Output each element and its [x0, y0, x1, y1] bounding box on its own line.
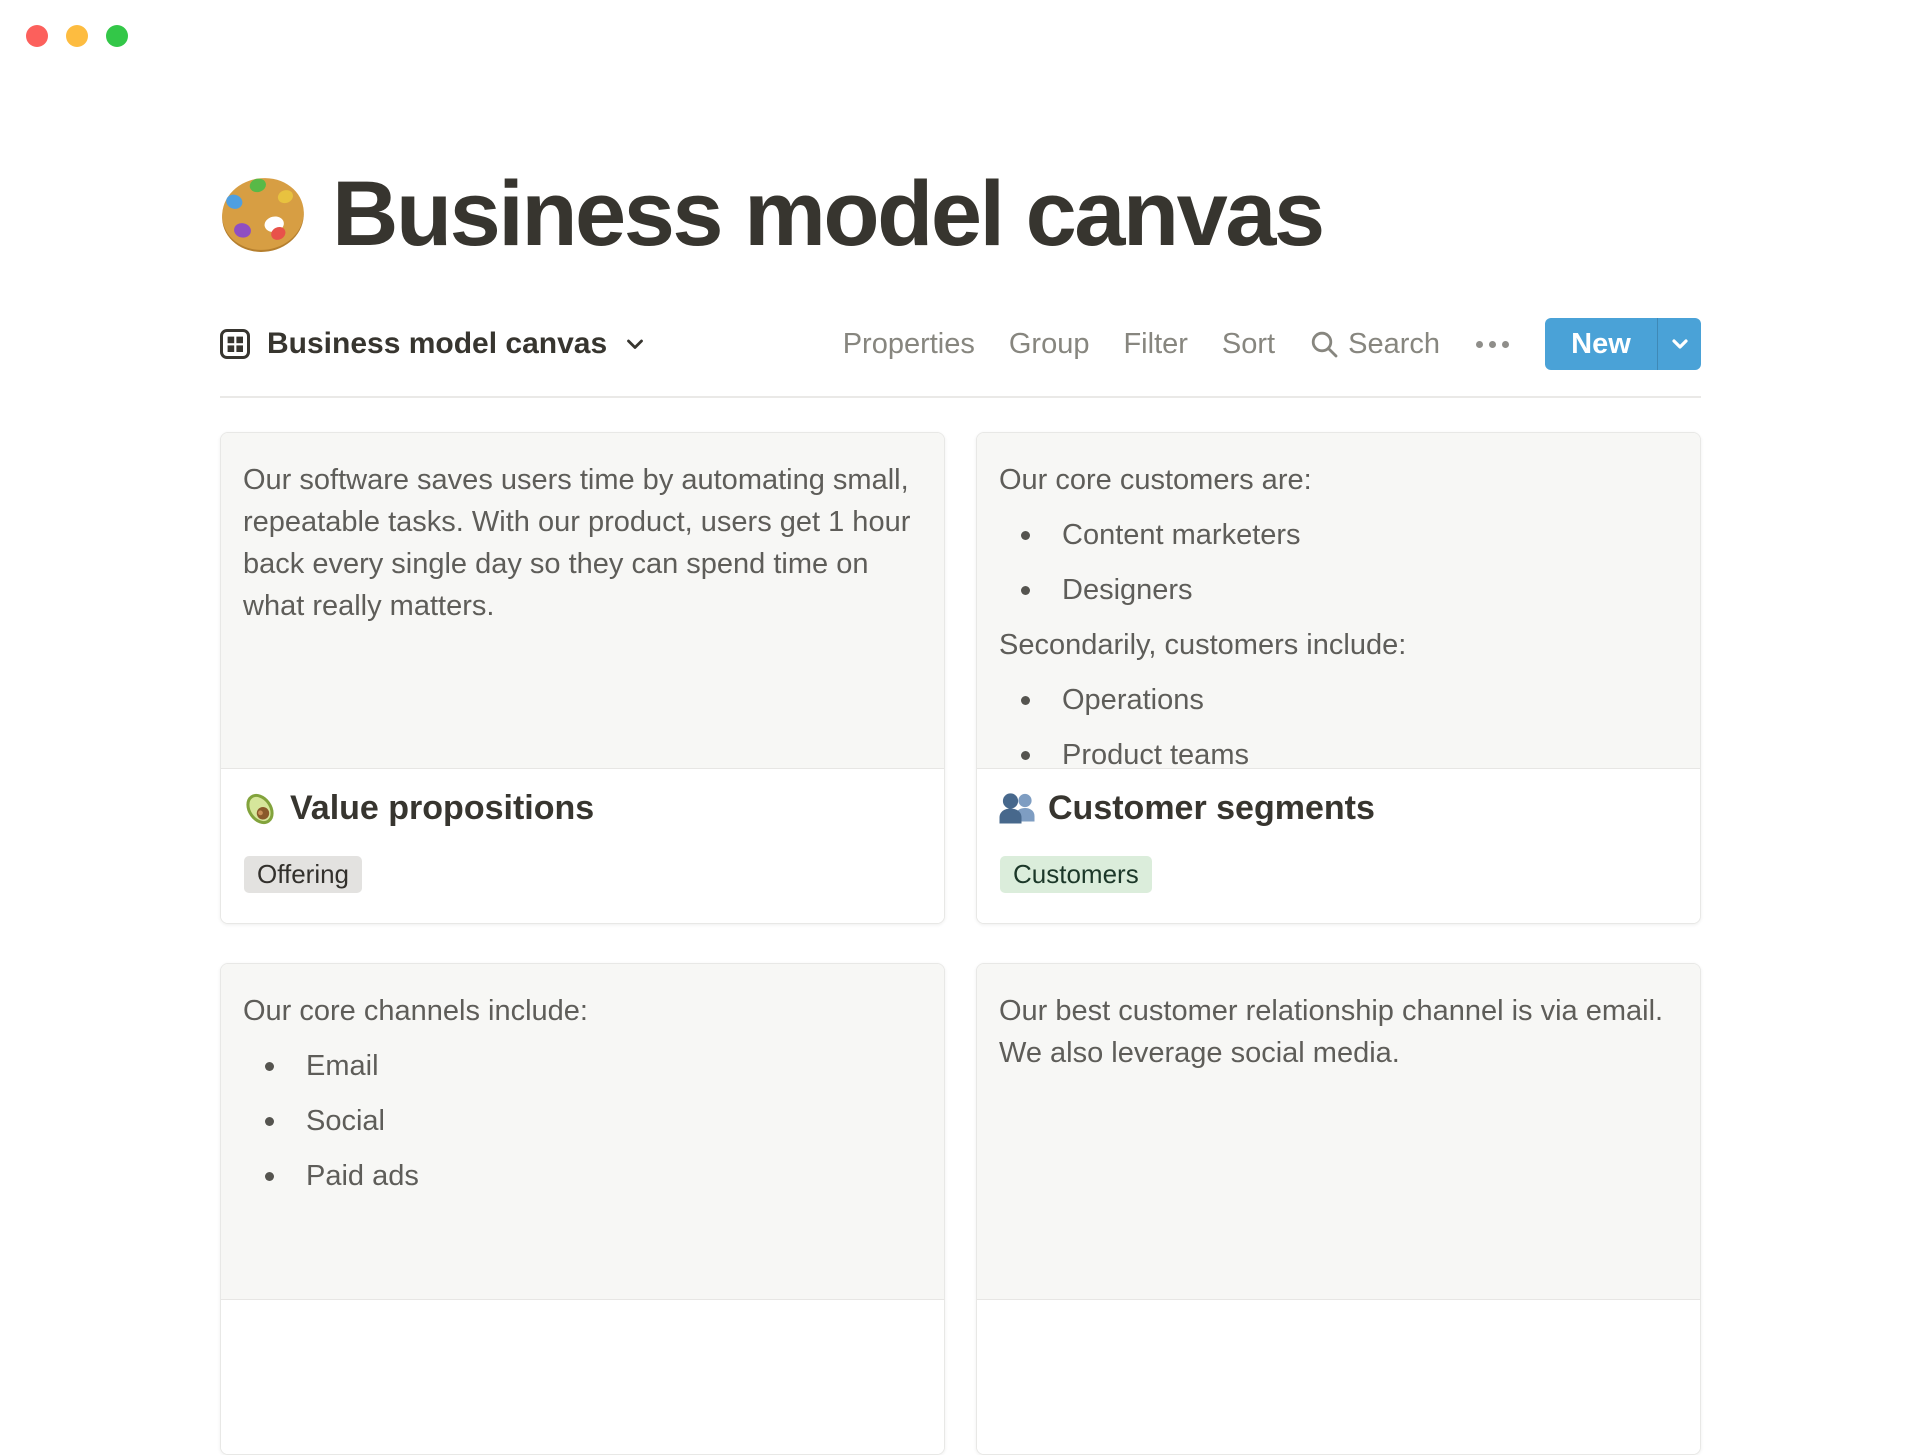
sort-button[interactable]: Sort — [1222, 328, 1275, 361]
toolbar-actions: Properties Group Filter Sort Search New — [843, 318, 1701, 370]
preview-paragraph: Our core channels include: — [243, 995, 588, 1027]
busts-in-silhouette-emoji-icon — [999, 793, 1035, 824]
card-customer-relationships[interactable]: Our best customer relationship channel i… — [976, 963, 1701, 1455]
card-preview: Our software saves users time by automat… — [221, 433, 944, 769]
page-header: Business model canvas — [220, 166, 1325, 263]
gallery-view-icon — [220, 329, 250, 359]
search-label: Search — [1348, 327, 1440, 360]
preview-paragraph: Our best customer relationship channel i… — [999, 995, 1664, 1069]
database-toolbar: Business model canvas Properties Group F… — [220, 318, 1701, 370]
new-button[interactable]: New — [1545, 318, 1701, 370]
search-icon — [1311, 331, 1338, 358]
preview-bullet-item: Social — [243, 1100, 916, 1142]
zoom-window-button[interactable] — [106, 25, 128, 47]
new-dropdown-button[interactable] — [1657, 318, 1701, 370]
filter-button[interactable]: Filter — [1123, 328, 1187, 361]
preview-bullet-item: Operations — [999, 679, 1672, 721]
tag-offering: Offering — [244, 856, 363, 893]
new-button-label[interactable]: New — [1545, 318, 1657, 370]
card-footer: Customer segments Customers — [977, 769, 1700, 923]
preview-bullet-item: Paid ads — [243, 1155, 916, 1197]
preview-bullet-item: Designers — [999, 569, 1672, 611]
card-preview: Our core customers are: Content marketer… — [977, 433, 1700, 769]
toolbar-divider — [220, 396, 1701, 398]
card-footer: Value propositions Offering — [221, 769, 944, 923]
view-selector-label: Business model canvas — [267, 327, 608, 360]
chevron-down-icon — [627, 339, 644, 349]
preview-bullet-item: Product teams — [999, 734, 1672, 768]
page-title[interactable]: Business model canvas — [332, 166, 1325, 263]
properties-button[interactable]: Properties — [843, 328, 975, 361]
card-preview: Our core channels include: Email Social … — [221, 964, 944, 1300]
window-controls — [26, 25, 128, 47]
card-footer — [977, 1300, 1700, 1454]
minimize-window-button[interactable] — [66, 25, 88, 47]
avocado-emoji-icon — [246, 793, 274, 824]
more-options-icon — [1476, 340, 1483, 348]
card-customer-segments[interactable]: Our core customers are: Content marketer… — [976, 432, 1701, 924]
preview-bullet-item: Email — [243, 1045, 916, 1087]
chevron-down-icon — [1671, 339, 1688, 349]
card-title: Value propositions — [290, 789, 595, 827]
group-button[interactable]: Group — [1009, 328, 1090, 361]
card-preview: Our best customer relationship channel i… — [977, 964, 1700, 1300]
card-value-propositions[interactable]: Our software saves users time by automat… — [220, 432, 945, 924]
close-window-button[interactable] — [26, 25, 48, 47]
card-footer — [221, 1300, 944, 1454]
card-channels[interactable]: Our core channels include: Email Social … — [220, 963, 945, 1455]
gallery-grid: Our software saves users time by automat… — [220, 432, 1701, 1455]
preview-paragraph: Our software saves users time by automat… — [243, 464, 911, 622]
tag-customers: Customers — [1000, 856, 1152, 893]
preview-bullet-item: Content marketers — [999, 514, 1672, 556]
more-options-button[interactable] — [1474, 337, 1511, 352]
view-selector[interactable]: Business model canvas — [220, 327, 646, 361]
search-button[interactable]: Search — [1309, 328, 1440, 361]
card-title: Customer segments — [1048, 789, 1375, 827]
preview-paragraph: Our core customers are: — [999, 464, 1312, 496]
palette-emoji-icon — [222, 178, 304, 253]
preview-paragraph: Secondarily, customers include: — [999, 629, 1407, 661]
